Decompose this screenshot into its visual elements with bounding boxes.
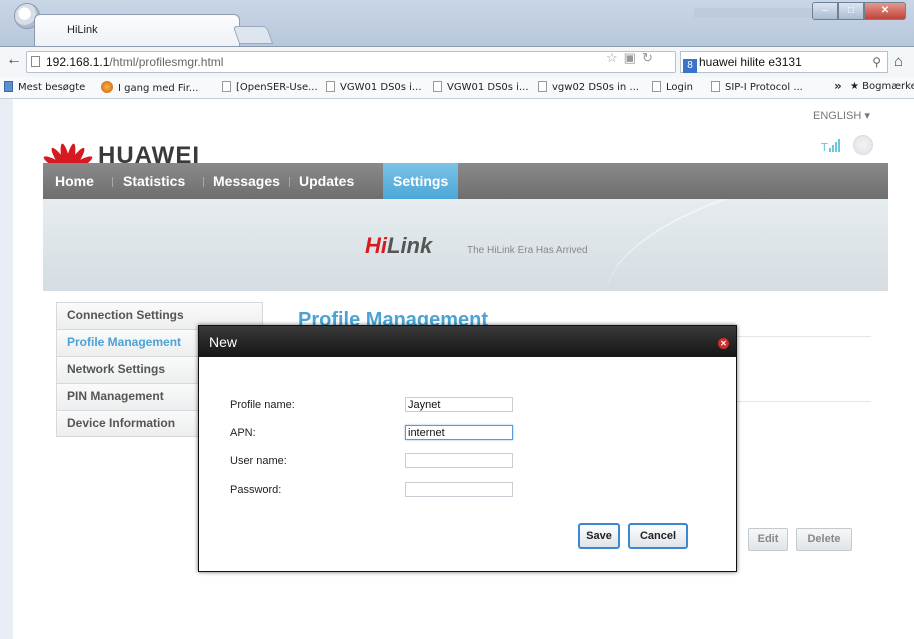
password-label: Password: [230, 484, 282, 496]
page-gutter [0, 99, 13, 639]
page-icon [326, 81, 335, 92]
bookmark-item[interactable]: vgw02 DS0s in ... [538, 81, 639, 93]
close-window-icon[interactable]: ✕ [864, 2, 906, 20]
bookmark-item[interactable]: Mest besøgte [4, 81, 85, 93]
browser-toolbar: ← 192.168.1.1/html/profilesmgr.html ☆▣↻ … [0, 46, 914, 77]
save-button[interactable]: Save [578, 523, 620, 549]
profile-name-label: Profile name: [230, 399, 295, 411]
user-name-label: User name: [230, 455, 287, 467]
page-icon [31, 56, 40, 67]
page-icon [711, 81, 720, 92]
window-controls: – □ ✕ [812, 2, 906, 20]
tab-title: HiLink [67, 24, 98, 36]
page-icon [433, 81, 442, 92]
search-value: huawei hilite e3131 [699, 55, 802, 69]
bookmark-item[interactable]: Login [652, 81, 693, 93]
star-icon[interactable]: ☆ [606, 50, 624, 65]
firefox-icon [101, 81, 113, 93]
new-profile-dialog: New ✕ Profile name: APN: User name: Pass… [198, 325, 737, 572]
apn-label: APN: [230, 427, 256, 439]
password-field[interactable] [405, 482, 513, 497]
url-host: 192.168.1.1 [46, 55, 110, 69]
bookmark-item[interactable]: VGW01 DS0s i... [326, 81, 422, 93]
page-icon [222, 81, 231, 92]
bookmark-item[interactable]: I gang med Fir... [101, 81, 198, 94]
new-tab-button[interactable] [232, 26, 274, 44]
bookmark-item[interactable]: VGW01 DS0s i... [433, 81, 529, 93]
search-engine-icon[interactable]: 8 [683, 59, 697, 73]
bookmark-item[interactable]: [OpenSER-Use... [222, 81, 318, 93]
page-action-icon[interactable]: ▣ [624, 50, 642, 65]
more-bookmarks-icon[interactable]: » [834, 79, 842, 93]
browser-tab[interactable]: HiLink [34, 14, 240, 46]
window-title-blur [694, 8, 824, 18]
close-icon[interactable]: ✕ [718, 338, 729, 349]
bookmarks-bar: Mest besøgte I gang med Fir... [OpenSER-… [0, 77, 914, 99]
minimize-icon[interactable]: – [812, 2, 838, 20]
bookmark-folder-icon [4, 81, 13, 92]
page-icon [538, 81, 547, 92]
address-bar[interactable]: 192.168.1.1/html/profilesmgr.html [26, 51, 676, 73]
url-path: /html/profilesmgr.html [109, 55, 224, 69]
cancel-button[interactable]: Cancel [628, 523, 688, 549]
window-titlebar: HiLink – □ ✕ [0, 0, 914, 46]
dialog-title: New [209, 334, 238, 350]
apn-field[interactable] [405, 425, 513, 440]
user-name-field[interactable] [405, 453, 513, 468]
maximize-icon[interactable]: □ [838, 2, 864, 20]
dialog-header: New [199, 326, 736, 357]
search-icon[interactable]: ⚲ [872, 55, 881, 69]
home-icon[interactable]: ⌂ [894, 53, 903, 70]
bookmarks-menu[interactable]: ★ Bogmærker [850, 81, 914, 92]
search-box[interactable]: 8 huawei hilite e3131 ⚲ [680, 51, 888, 73]
bookmark-item[interactable]: SIP-I Protocol ... [711, 81, 803, 93]
reload-icon[interactable]: ↻ [642, 50, 659, 65]
hilink-page: ENGLISH ▾ T HUAWEI Home Statistics Messa… [13, 99, 914, 639]
page-icon [652, 81, 661, 92]
profile-name-field[interactable] [405, 397, 513, 412]
back-arrow-icon[interactable]: ← [4, 51, 24, 71]
address-bar-actions: ☆▣↻ [606, 50, 659, 66]
